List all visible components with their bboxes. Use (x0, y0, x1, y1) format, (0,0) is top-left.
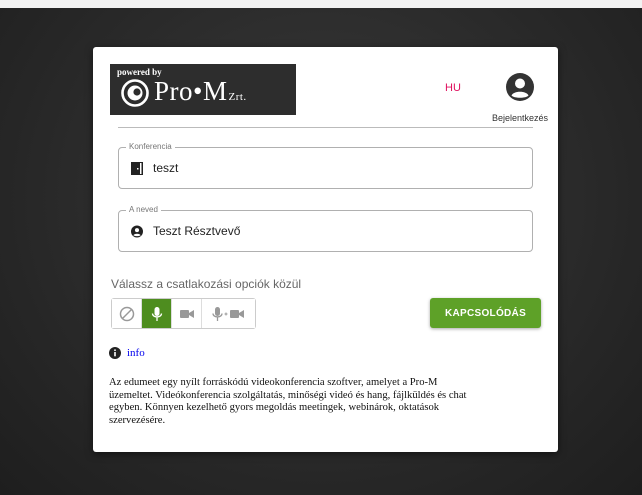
browser-top-strip (0, 0, 642, 8)
description-line: üzemeltet. Videókonferencia szolgáltatás… (109, 389, 467, 401)
user-circle-icon (131, 225, 143, 238)
info-row: info (109, 347, 145, 359)
account-circle-icon (506, 73, 534, 101)
conference-label: Konferencia (126, 142, 175, 151)
language-selector[interactable]: HU (445, 82, 461, 94)
join-options-label: Válassz a csatlakozási opciók közül (111, 277, 302, 291)
info-icon (109, 347, 121, 359)
conference-input[interactable]: teszt (153, 161, 178, 175)
name-label: A neved (126, 205, 161, 214)
option-none[interactable] (112, 299, 142, 328)
connect-button[interactable]: KAPCSOLÓDÁS (430, 298, 541, 328)
info-link[interactable]: info (127, 347, 145, 359)
name-input[interactable]: Teszt Résztvevő (153, 224, 240, 238)
description-text: Az edumeet egy nyílt forráskódú videokon… (109, 377, 549, 427)
option-microphone-and-camera[interactable] (202, 299, 255, 328)
block-icon (119, 306, 134, 321)
name-field[interactable]: A neved Teszt Résztvevő (118, 205, 533, 252)
header-divider (118, 127, 533, 128)
join-options-group (111, 298, 256, 329)
pro-m-brand: Pro•MZrt. (154, 76, 247, 106)
description-line: szervezésére. (109, 414, 166, 426)
option-microphone[interactable] (142, 299, 172, 328)
conference-field[interactable]: Konferencia teszt (118, 142, 533, 189)
login-label: Bejelentkezés (491, 113, 549, 123)
door-icon (131, 162, 143, 175)
microphone-camera-icon (211, 306, 244, 321)
microphone-icon (151, 306, 162, 321)
videocam-icon (179, 309, 194, 318)
pro-m-logo: powered by Pro•MZrt. (110, 64, 296, 115)
pro-m-logo-icon (121, 79, 149, 107)
option-camera[interactable] (172, 299, 202, 328)
description-line: egyben. Könnyen kezelhető gyors megoldás… (109, 402, 440, 414)
description-line: Az edumeet egy nyílt forráskódú videokon… (109, 377, 438, 388)
login-button[interactable]: Bejelentkezés (487, 72, 553, 123)
join-dialog: powered by Pro•MZrt. HU Bejelentkezés Ko… (93, 47, 558, 452)
